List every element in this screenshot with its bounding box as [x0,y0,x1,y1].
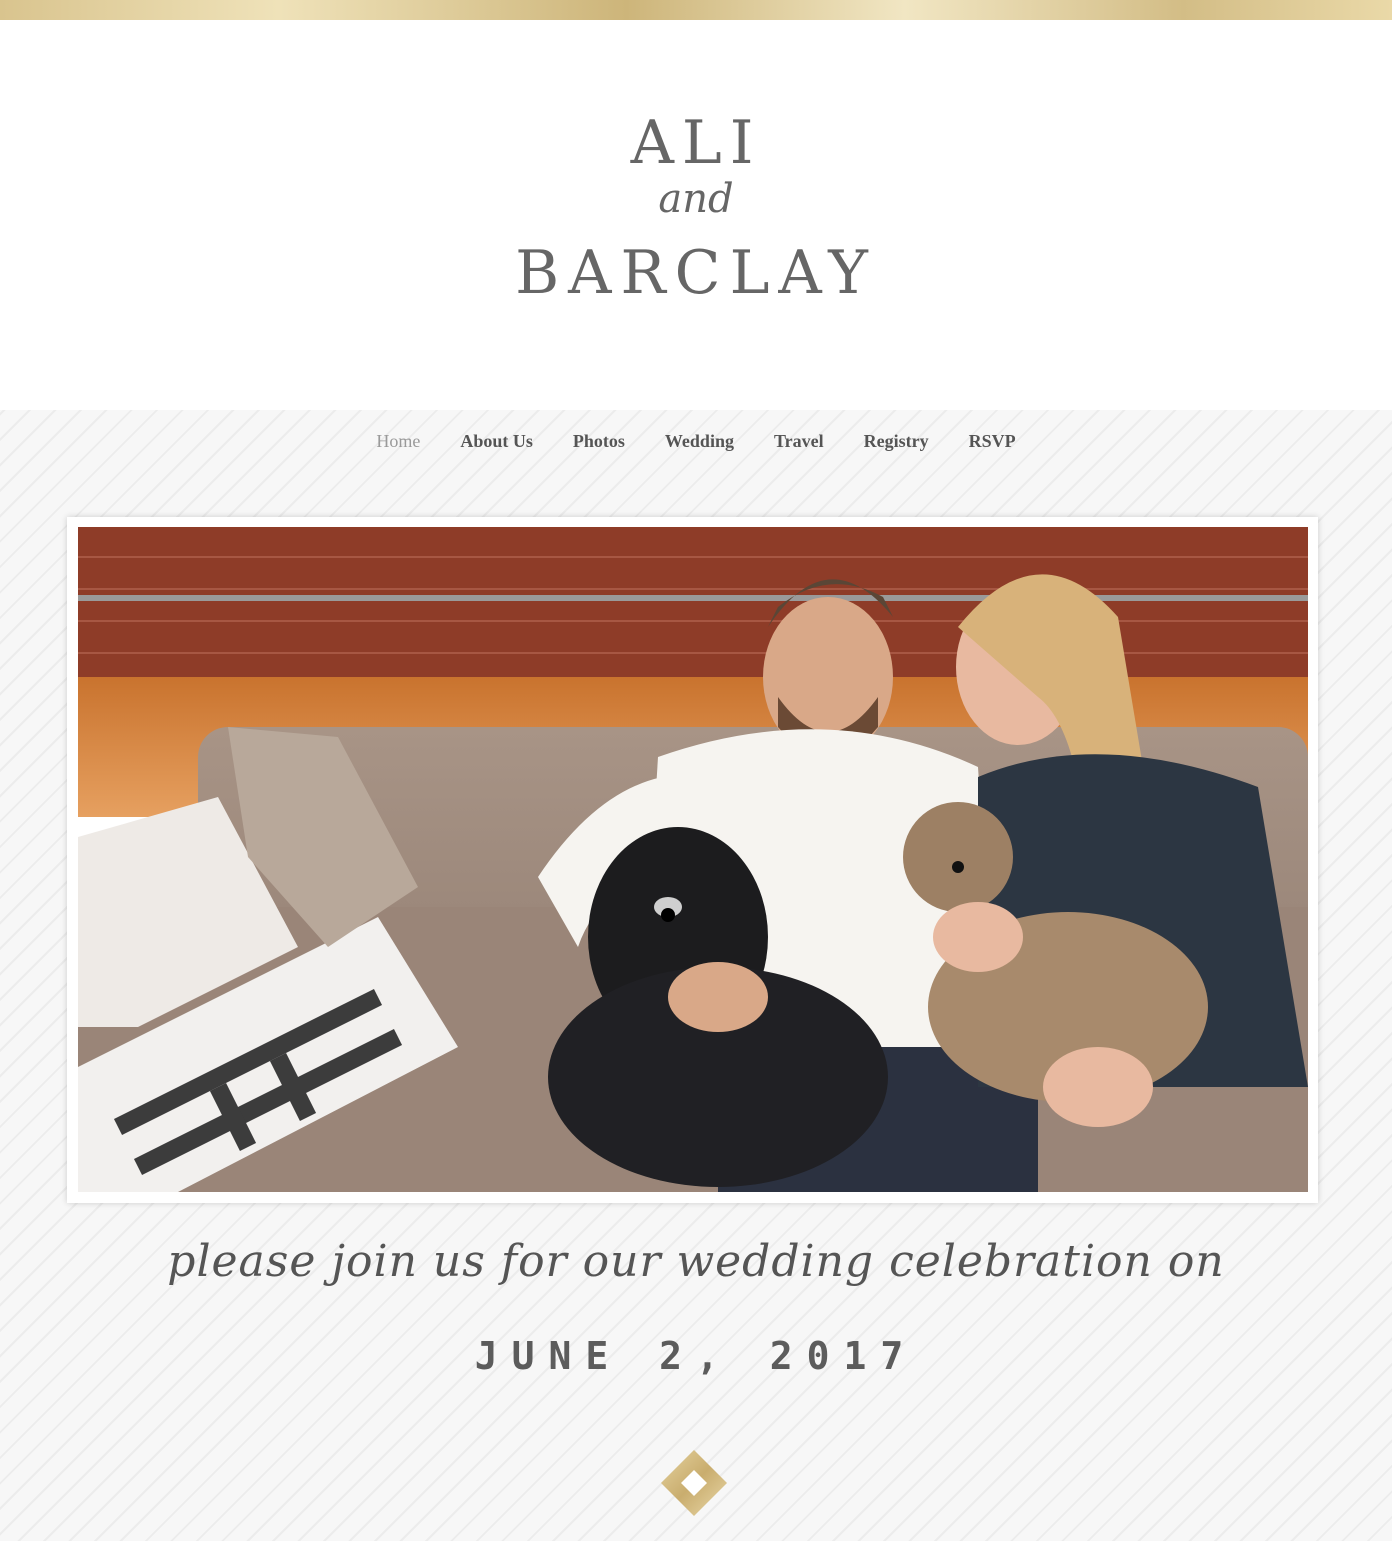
hero-photo [78,527,1308,1192]
nav-photos[interactable]: Photos [553,428,645,454]
couple-name-first: ALI [630,108,762,178]
site-header: ALI and BARCLAY [0,20,1392,410]
nav-about-us[interactable]: About Us [440,428,553,454]
gold-top-bar [0,0,1392,20]
nav-wedding[interactable]: Wedding [645,428,754,454]
nav-home[interactable]: Home [356,428,440,454]
couple-name-second: BARCLAY [515,238,877,308]
nav-travel[interactable]: Travel [754,428,844,454]
main-content: Home About Us Photos Wedding Travel Regi… [0,410,1392,1541]
gold-diamond-icon [661,1450,727,1516]
invite-line: please join us for our wedding celebrati… [167,1236,1225,1287]
hero-photo-frame [67,517,1318,1203]
nav-registry[interactable]: Registry [844,428,949,454]
wedding-date: JUNE 2, 2017 [474,1334,918,1378]
nav-rsvp[interactable]: RSVP [949,428,1036,454]
main-nav: Home About Us Photos Wedding Travel Regi… [0,428,1392,454]
couple-name-connector: and [658,176,734,222]
